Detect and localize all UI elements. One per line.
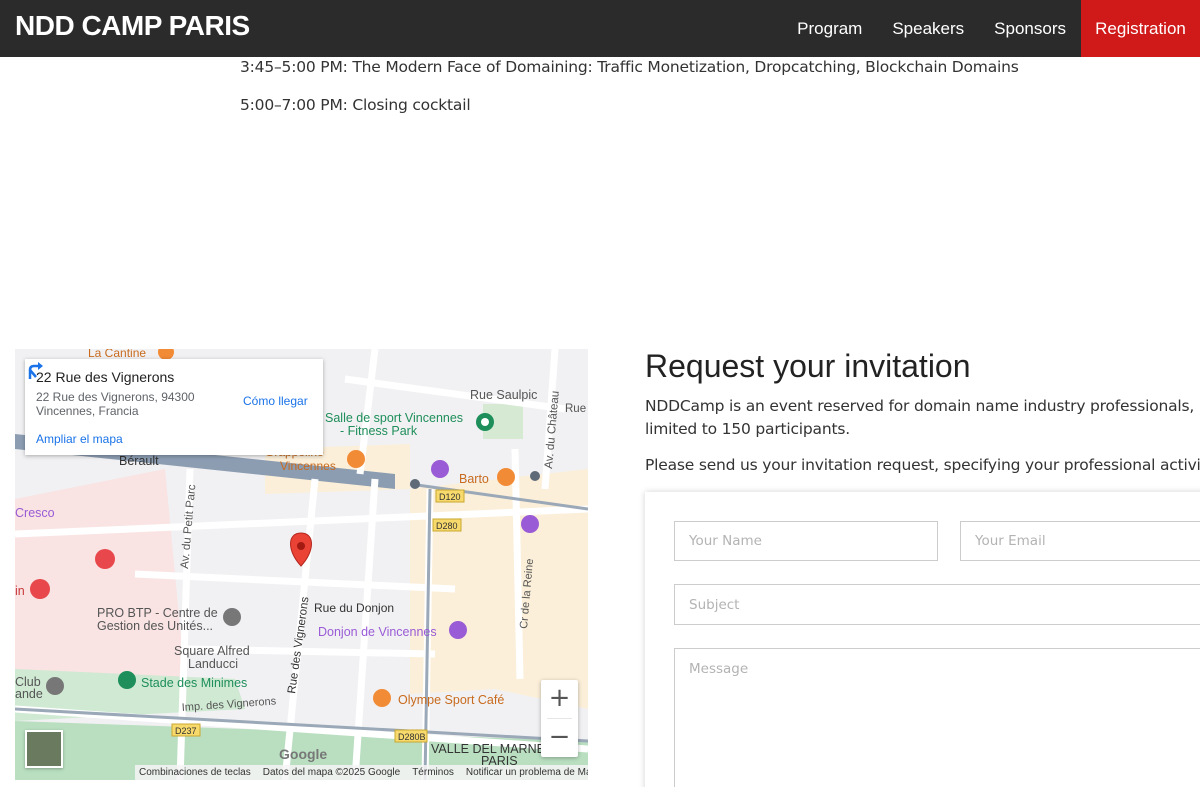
map-label: Landucci [188, 657, 238, 671]
schedule-item: 5:00–7:00 PM: Closing cocktail [240, 96, 471, 114]
schedule-item: 3:45–5:00 PM: The Modern Face of Domaini… [240, 58, 1019, 76]
map-label: D280B [398, 732, 426, 742]
site-logo[interactable]: NDD CAMP PARIS [15, 10, 250, 42]
map-label: Barto [459, 472, 489, 486]
map-label: Rue du Donjon [314, 601, 394, 615]
map-label: Gestion des Unités... [97, 619, 213, 633]
map-label: Bérault [119, 454, 159, 468]
map-label: Olympe Sport Café [398, 693, 504, 707]
site-header: NDD CAMP PARIS Program Speakers Sponsors… [0, 0, 1200, 57]
terms-link[interactable]: Términos [412, 767, 454, 778]
address-line: 22 Rue des Vignerons, 94300 [36, 390, 195, 404]
map-attribution: Combinaciones de teclas Datos del mapa ©… [135, 765, 588, 780]
map-place-card: 22 Rue des Vignerons 22 Rue des Vigneron… [25, 359, 323, 455]
place-title: 22 Rue des Vignerons [36, 369, 175, 385]
nav-program[interactable]: Program [782, 0, 877, 57]
keyboard-shortcuts-link[interactable]: Combinaciones de teclas [139, 767, 251, 778]
nav-registration[interactable]: Registration [1081, 0, 1200, 57]
name-field[interactable] [674, 521, 938, 561]
map-label: - Fitness Park [340, 424, 418, 438]
map-label: D280 [436, 521, 458, 531]
invitation-form [645, 492, 1200, 787]
email-field[interactable] [960, 521, 1200, 561]
map-label: Square Alfred [174, 644, 250, 658]
zoom-in-button[interactable]: + [541, 680, 578, 718]
map-label: Rue [565, 403, 586, 415]
report-problem-link[interactable]: Notificar un problema de Maps [466, 767, 588, 778]
map-label: Rue Saulpic [470, 388, 537, 402]
map-label: Vincennes [280, 459, 336, 473]
place-address: 22 Rue des Vignerons, 94300 Vincennes, F… [36, 390, 206, 418]
directions-icon[interactable] [25, 359, 47, 381]
enlarge-map-link[interactable]: Ampliar el mapa [36, 432, 123, 446]
section-description: NDDCamp is an event reserved for domain … [645, 397, 1195, 438]
map-label: Cresco [15, 506, 55, 520]
zoom-controls: + − [541, 680, 578, 757]
location-map[interactable]: D120 D280 D237 D280B La Cantine Rue Saul… [15, 349, 588, 780]
satellite-toggle[interactable] [25, 730, 63, 768]
google-logo: Google [279, 746, 328, 762]
message-field[interactable] [674, 648, 1200, 787]
map-label: Donjon de Vincennes [318, 625, 437, 639]
map-label: Salle de sport Vincennes [325, 411, 463, 425]
map-label: Stade des Minimes [141, 676, 247, 690]
nav-sponsors[interactable]: Sponsors [979, 0, 1081, 57]
section-note: Please send us your invitation request, … [645, 456, 1200, 474]
main-nav: Program Speakers Sponsors Registration [782, 0, 1200, 57]
zoom-out-button[interactable]: − [541, 719, 578, 757]
address-line: Vincennes, Francia [36, 404, 139, 418]
subject-field[interactable] [674, 584, 1200, 625]
map-label: ande [15, 687, 43, 701]
directions-link[interactable]: Cómo llegar [243, 394, 308, 408]
map-label: in [15, 584, 25, 598]
map-label: D120 [439, 492, 461, 502]
map-data-text: Datos del mapa ©2025 Google [262, 767, 401, 778]
nav-speakers[interactable]: Speakers [877, 0, 979, 57]
section-title: Request your invitation [645, 348, 971, 384]
map-label: D237 [175, 726, 197, 736]
map-label: PRO BTP - Centre de [97, 606, 218, 620]
